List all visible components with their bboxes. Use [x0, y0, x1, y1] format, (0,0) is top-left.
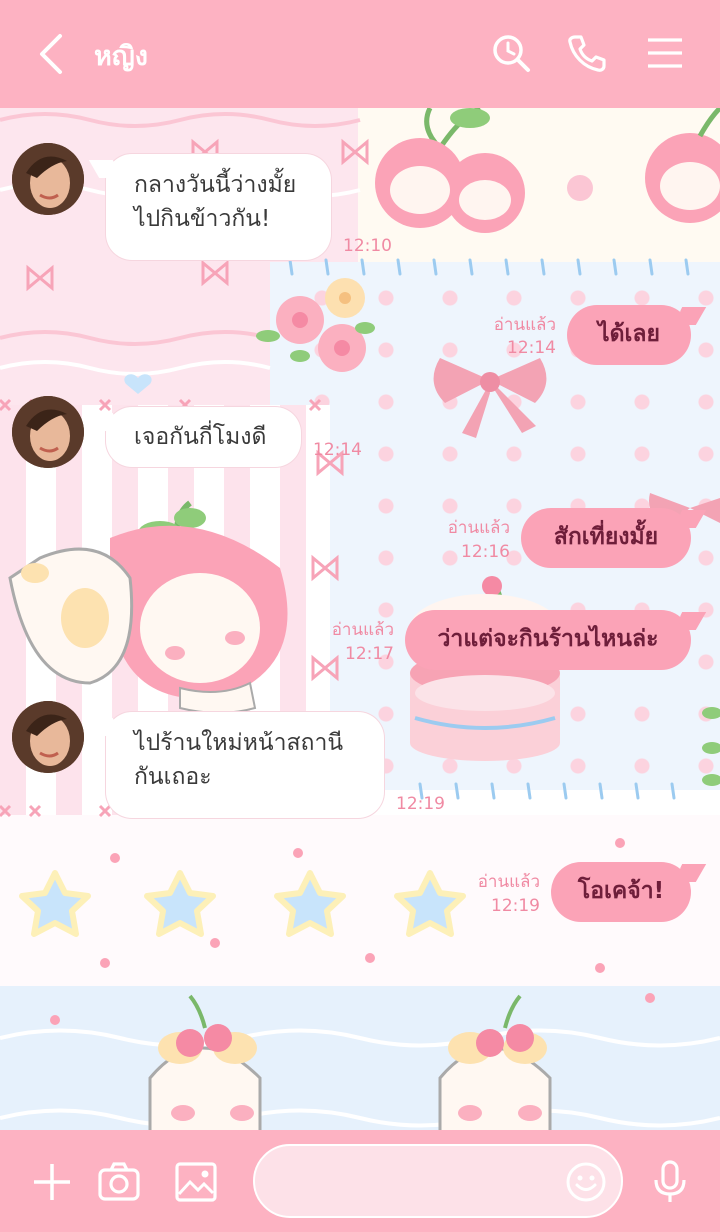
message-time: 12:10	[343, 236, 392, 256]
avatar[interactable]	[12, 143, 84, 215]
plus-icon[interactable]	[30, 1160, 74, 1204]
avatar[interactable]	[12, 701, 84, 773]
profile-photo	[12, 143, 84, 215]
camera-icon[interactable]	[97, 1160, 141, 1204]
outgoing-message[interactable]: ว่าแต่จะกินร้านไหนล่ะ	[405, 610, 691, 670]
incoming-message[interactable]: ไปร้านใหม่หน้าสถานี กันเถอะ	[106, 712, 384, 818]
avatar[interactable]	[12, 396, 84, 468]
message-time: 12:14	[507, 338, 556, 358]
outgoing-message[interactable]: โอเคจ้า!	[551, 862, 691, 922]
chat-screen: หญิง กลางวันนี้ว่างมั้ย ไปกินข้าวกัน! 12…	[0, 0, 720, 1232]
message-text: กันเถอะ	[134, 764, 212, 790]
profile-photo	[12, 701, 84, 773]
image-icon[interactable]	[174, 1160, 218, 1204]
smiley-icon[interactable]	[565, 1161, 607, 1203]
message-time: 12:17	[345, 644, 394, 664]
outgoing-message[interactable]: ได้เลย	[567, 305, 691, 365]
chevron-left-icon[interactable]	[30, 30, 74, 78]
read-receipt: อ่านแล้ว	[493, 315, 556, 335]
read-receipt: อ่านแล้ว	[477, 872, 540, 892]
message-time: 12:19	[491, 896, 540, 916]
read-receipt: อ่านแล้ว	[447, 518, 510, 538]
microphone-icon[interactable]	[648, 1160, 692, 1204]
incoming-message[interactable]: กลางวันนี้ว่างมั้ย ไปกินข้าวกัน!	[106, 154, 331, 260]
read-receipt: อ่านแล้ว	[331, 620, 394, 640]
phone-icon[interactable]	[566, 32, 608, 74]
message-text: เจอกันกี่โมงดี	[134, 424, 267, 450]
wallpaper-cream	[358, 108, 720, 268]
outgoing-message[interactable]: สักเที่ยงมั้ย	[521, 508, 691, 568]
chat-header: หญิง	[0, 0, 720, 108]
message-input[interactable]	[253, 1144, 623, 1218]
message-text: ไปร้านใหม่หน้าสถานี	[134, 730, 344, 756]
message-text: ไปกินข้าวกัน!	[134, 206, 271, 232]
profile-photo	[12, 396, 84, 468]
search-icon[interactable]	[490, 32, 532, 74]
message-time: 12:14	[313, 440, 362, 460]
contact-name[interactable]: หญิง	[94, 34, 148, 77]
message-time: 12:19	[396, 794, 445, 814]
incoming-message[interactable]: เจอกันกี่โมงดี	[106, 407, 301, 467]
menu-icon[interactable]	[644, 32, 686, 74]
message-text: กลางวันนี้ว่างมั้ย	[134, 172, 297, 198]
chat-input-bar	[0, 1130, 720, 1232]
message-time: 12:16	[461, 542, 510, 562]
wallpaper-blue-waves	[0, 986, 720, 1136]
